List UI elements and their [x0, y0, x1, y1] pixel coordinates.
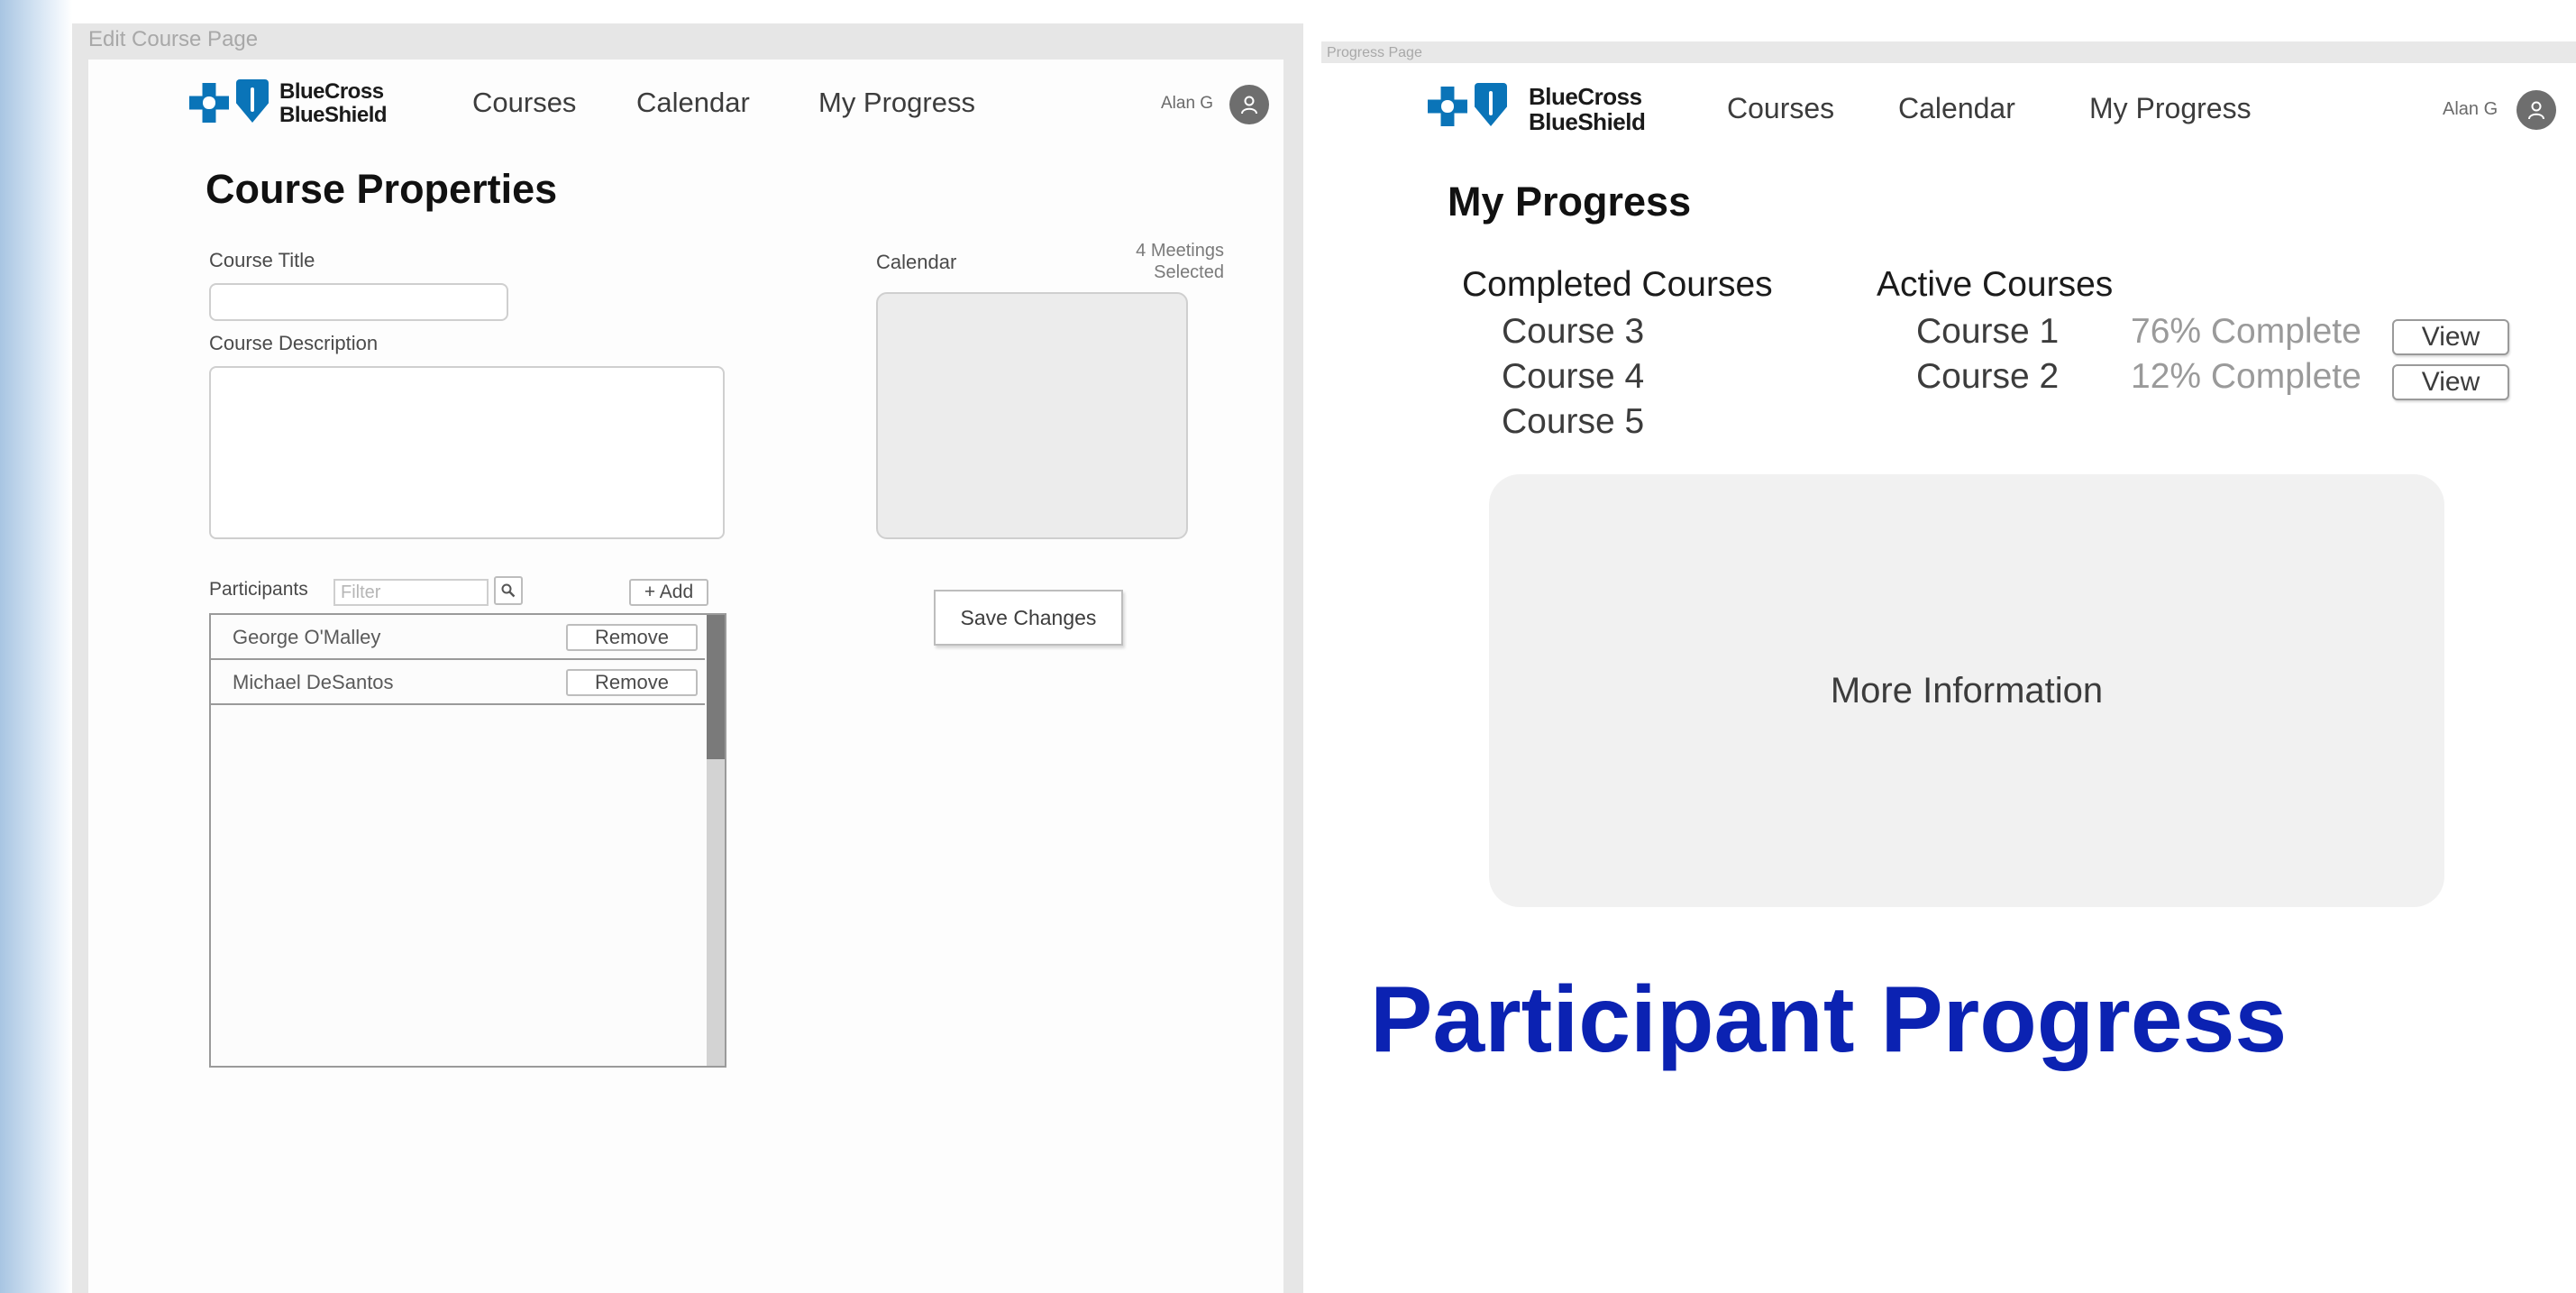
progress-frame-header-bar [1321, 41, 2576, 63]
meetings-count-line1: 4 Meetings [1136, 241, 1224, 261]
course-progress-text: 12% Complete [2131, 357, 2361, 396]
top-nav: BlueCross BlueShield Courses Calendar My… [88, 60, 1283, 150]
user-avatar[interactable] [1229, 85, 1269, 124]
course-description-label: Course Description [209, 332, 379, 354]
course-title-label: Course Title [209, 249, 315, 271]
view-course-button[interactable]: View [2392, 364, 2509, 400]
participant-name: Michael DeSantos [233, 671, 394, 693]
nav-calendar[interactable]: Calendar [636, 87, 750, 119]
remove-participant-button[interactable]: Remove [566, 669, 698, 696]
user-name[interactable]: Alan G [1161, 94, 1213, 114]
calendar-label: Calendar [876, 251, 957, 273]
active-course-name[interactable]: Course 1 [1916, 312, 2059, 352]
meetings-count-line2: Selected [1154, 262, 1224, 282]
logo-text-line2: BlueShield [1529, 108, 1646, 135]
participants-list: George O'Malley Remove Michael DeSantos … [209, 613, 726, 1068]
course-progress-text: 76% Complete [2131, 312, 2361, 351]
list-scrollbar[interactable] [707, 615, 725, 1066]
bluecross-logo-icon [1428, 87, 1467, 126]
list-scrollbar-thumb[interactable] [707, 615, 725, 759]
blueshield-logo-icon[interactable] [236, 79, 269, 123]
filter-placeholder: Filter [341, 582, 381, 602]
participants-label: Participants [209, 579, 308, 600]
frame-label: Edit Course Page [88, 27, 259, 51]
logo-text-line2: BlueShield [279, 103, 388, 127]
completed-courses-heading: Completed Courses [1462, 265, 1773, 304]
user-icon [2528, 101, 2544, 120]
page-title: Course Properties [206, 166, 558, 212]
completed-course-item[interactable]: Course 4 [1502, 357, 1644, 397]
list-item: George O'Malley Remove [211, 615, 705, 660]
user-avatar[interactable] [2517, 90, 2556, 130]
nav-my-progress[interactable]: My Progress [2089, 92, 2252, 125]
progress-frame-label: Progress Page [1327, 45, 1422, 60]
nav-courses[interactable]: Courses [1727, 92, 1834, 125]
participant-name: George O'Malley [233, 626, 381, 648]
meetings-count: 4 Meetings Selected [1017, 240, 1224, 283]
page-title: My Progress [1448, 179, 1692, 225]
logo-text-line1: BlueCross [1529, 83, 1642, 110]
search-button[interactable] [494, 576, 523, 605]
course-title-input[interactable] [209, 283, 508, 321]
progress-frame: BlueCross BlueShield Courses Calendar My… [1321, 63, 2576, 1293]
caption-title: Participant Progress [1370, 967, 2288, 1072]
frame-canvas: BlueCross BlueShield Courses Calendar My… [88, 60, 1283, 1293]
list-item: Michael DeSantos Remove [211, 660, 705, 705]
user-name[interactable]: Alan G [2443, 99, 2498, 120]
logo-text-line1: BlueCross [279, 79, 384, 104]
top-nav: BlueCross BlueShield Courses Calendar My… [1321, 63, 2576, 153]
active-course-name[interactable]: Course 2 [1916, 357, 2059, 397]
more-information-panel: More Information [1489, 474, 2444, 907]
search-icon [501, 583, 516, 598]
bluecross-logo-icon [189, 83, 229, 123]
nav-calendar[interactable]: Calendar [1898, 92, 2015, 125]
calendar-widget[interactable] [876, 292, 1188, 539]
nav-courses[interactable]: Courses [472, 87, 576, 119]
add-participant-button[interactable]: + Add [629, 579, 708, 606]
remove-participant-button[interactable]: Remove [566, 624, 698, 651]
completed-course-item[interactable]: Course 5 [1502, 402, 1644, 442]
more-information-text: More Information [1830, 670, 2104, 711]
completed-course-item[interactable]: Course 3 [1502, 312, 1644, 352]
blueshield-logo-icon[interactable] [1475, 83, 1507, 126]
participant-filter-input[interactable]: Filter [333, 579, 489, 606]
user-icon [1241, 96, 1257, 115]
edit-course-frame: Edit Course Page BlueCross BlueShield Co… [72, 23, 1303, 1293]
course-description-textarea[interactable] [209, 366, 725, 539]
view-course-button[interactable]: View [2392, 319, 2509, 355]
active-courses-heading: Active Courses [1877, 265, 2114, 304]
nav-my-progress[interactable]: My Progress [818, 87, 975, 119]
save-changes-button[interactable]: Save Changes [934, 590, 1123, 646]
background-strip [0, 0, 72, 1293]
